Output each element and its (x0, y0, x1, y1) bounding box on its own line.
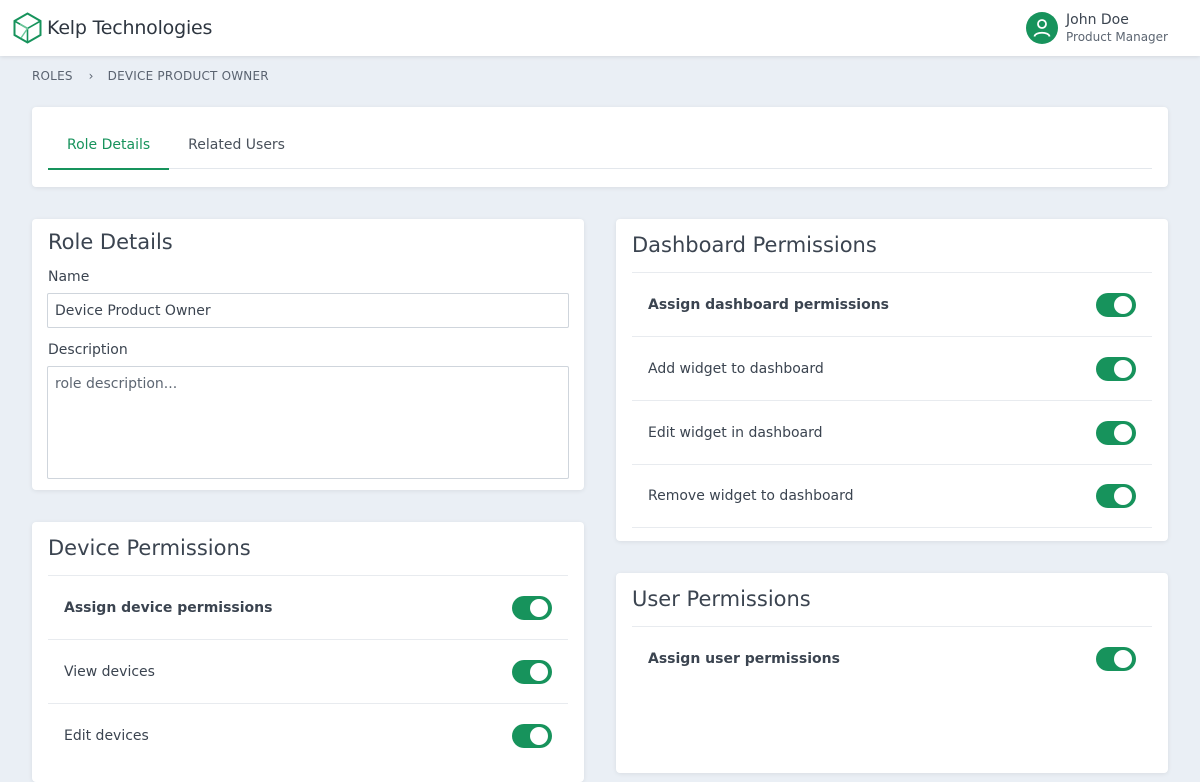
permission-row: Edit devices (48, 703, 568, 767)
permission-label: Remove widget to dashboard (648, 488, 854, 504)
toggle-knob (530, 726, 548, 745)
assign-user-permissions-toggle[interactable] (1096, 646, 1136, 671)
permission-row: Assign dashboard permissions (632, 272, 1152, 336)
role-name-input[interactable] (47, 293, 569, 328)
edit-widget-toggle[interactable] (1096, 420, 1136, 445)
top-bar: Kelp Technologies John Doe Product Manag… (0, 0, 1200, 56)
toggle-knob (1114, 423, 1132, 442)
dashboard-permissions-title: Dashboard Permissions (632, 233, 877, 257)
kelp-logo-icon (13, 12, 42, 44)
permission-label: View devices (64, 663, 155, 680)
dashboard-permissions-card: Dashboard Permissions Assign dashboard p… (616, 219, 1168, 541)
name-label: Name (48, 269, 90, 285)
user-menu[interactable]: John Doe Product Manager (1026, 12, 1168, 45)
permission-row: View devices (48, 639, 568, 703)
tab-role-details[interactable]: Role Details (48, 127, 170, 170)
role-details-title: Role Details (48, 230, 173, 254)
permission-label: Add widget to dashboard (648, 360, 824, 377)
permission-row: Add widget to dashboard (632, 336, 1152, 400)
toggle-knob (1114, 295, 1132, 314)
remove-widget-toggle[interactable] (1096, 484, 1136, 508)
dashboard-permissions-list: Assign dashboard permissions Add widget … (632, 272, 1152, 528)
toggle-knob (1114, 487, 1132, 505)
user-permissions-title: User Permissions (632, 587, 811, 611)
permission-label: Assign user permissions (648, 650, 840, 667)
breadcrumb-roles-link[interactable]: ROLES (32, 69, 73, 83)
brand-name: Kelp Technologies (47, 17, 213, 39)
device-permissions-list: Assign device permissions View devices E… (48, 575, 568, 767)
tabs-card: Role Details Related Users (32, 107, 1168, 187)
toggle-knob (1114, 359, 1132, 378)
role-description-textarea[interactable] (47, 366, 569, 479)
breadcrumb: ROLES › DEVICE PRODUCT OWNER (32, 68, 269, 84)
toggle-knob (530, 662, 548, 681)
brand[interactable]: Kelp Technologies (13, 12, 212, 44)
breadcrumb-separator-icon: › (88, 69, 94, 83)
device-permissions-card: Device Permissions Assign device permiss… (32, 522, 584, 782)
permission-row: Edit widget in dashboard (632, 400, 1152, 464)
toggle-knob (1114, 649, 1132, 668)
edit-devices-toggle[interactable] (512, 723, 552, 748)
view-devices-toggle[interactable] (512, 659, 552, 684)
assign-device-permissions-toggle[interactable] (512, 595, 552, 620)
user-title: Product Manager (1066, 29, 1168, 44)
device-permissions-title: Device Permissions (48, 536, 251, 560)
user-permissions-card: User Permissions Assign user permissions (616, 573, 1168, 773)
tab-bar: Role Details Related Users (48, 127, 1152, 170)
person-icon (1033, 19, 1051, 38)
tab-related-users[interactable]: Related Users (169, 127, 304, 169)
breadcrumb-current: DEVICE PRODUCT OWNER (107, 69, 269, 83)
permission-label: Assign device permissions (64, 599, 273, 616)
permission-row: Remove widget to dashboard (632, 464, 1152, 528)
toggle-knob (530, 598, 548, 617)
user-name: John Doe (1066, 12, 1129, 28)
user-permissions-list: Assign user permissions (632, 626, 1152, 690)
permission-label: Assign dashboard permissions (648, 296, 890, 313)
permission-label: Edit devices (64, 727, 149, 744)
permission-label: Edit widget in dashboard (648, 424, 823, 441)
permission-row: Assign user permissions (632, 626, 1152, 690)
assign-dashboard-permissions-toggle[interactable] (1096, 292, 1136, 317)
permission-row: Assign device permissions (48, 575, 568, 639)
description-label: Description (48, 342, 128, 358)
user-avatar-icon[interactable] (1026, 12, 1059, 45)
add-widget-toggle[interactable] (1096, 356, 1136, 381)
role-details-card: Role Details Name Description (32, 219, 584, 490)
